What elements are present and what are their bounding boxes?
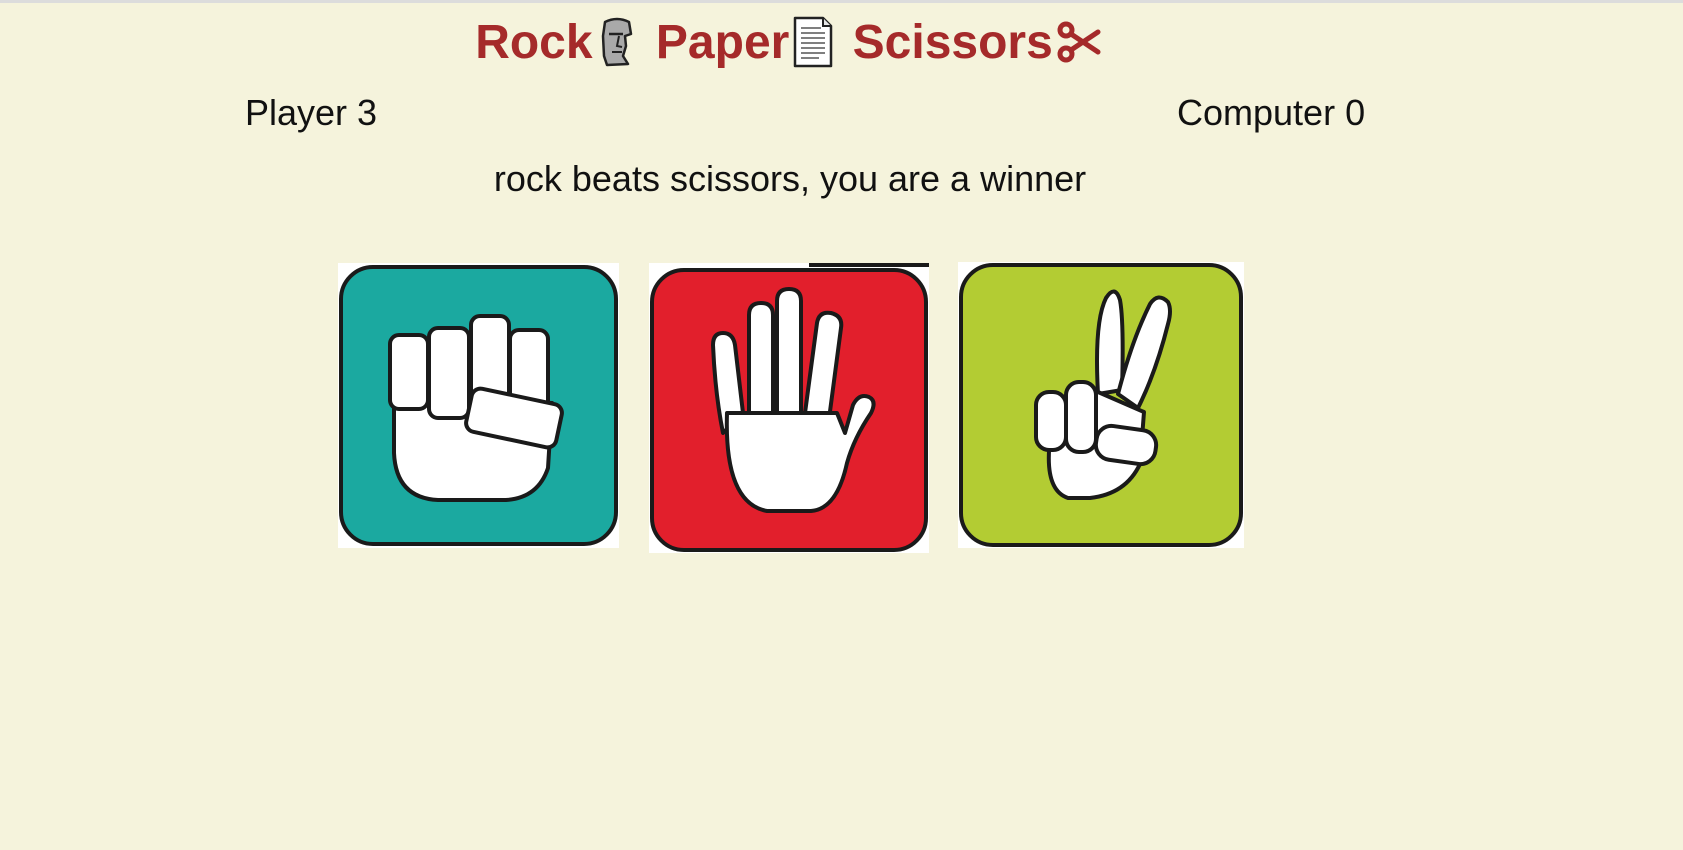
player-score: Player 3	[245, 92, 378, 133]
page-icon	[794, 17, 833, 68]
moai-icon	[601, 18, 632, 67]
top-border	[0, 0, 1683, 3]
fist-icon	[339, 265, 618, 546]
peace-hand-icon	[959, 263, 1243, 547]
title-rock: Rock	[475, 15, 593, 69]
computer-score: Computer 0	[1177, 92, 1366, 133]
page-title: Rock Paper Scissors	[0, 12, 1580, 70]
paper-button[interactable]	[649, 263, 929, 553]
scissors-icon	[1057, 21, 1101, 63]
title-scissors: Scissors	[852, 15, 1053, 69]
scissors-button[interactable]	[958, 262, 1244, 548]
title-paper: Paper	[655, 15, 790, 69]
result-message: rock beats scissors, you are a winner	[493, 158, 1087, 199]
rock-button[interactable]	[338, 263, 619, 548]
open-hand-icon	[650, 263, 929, 552]
